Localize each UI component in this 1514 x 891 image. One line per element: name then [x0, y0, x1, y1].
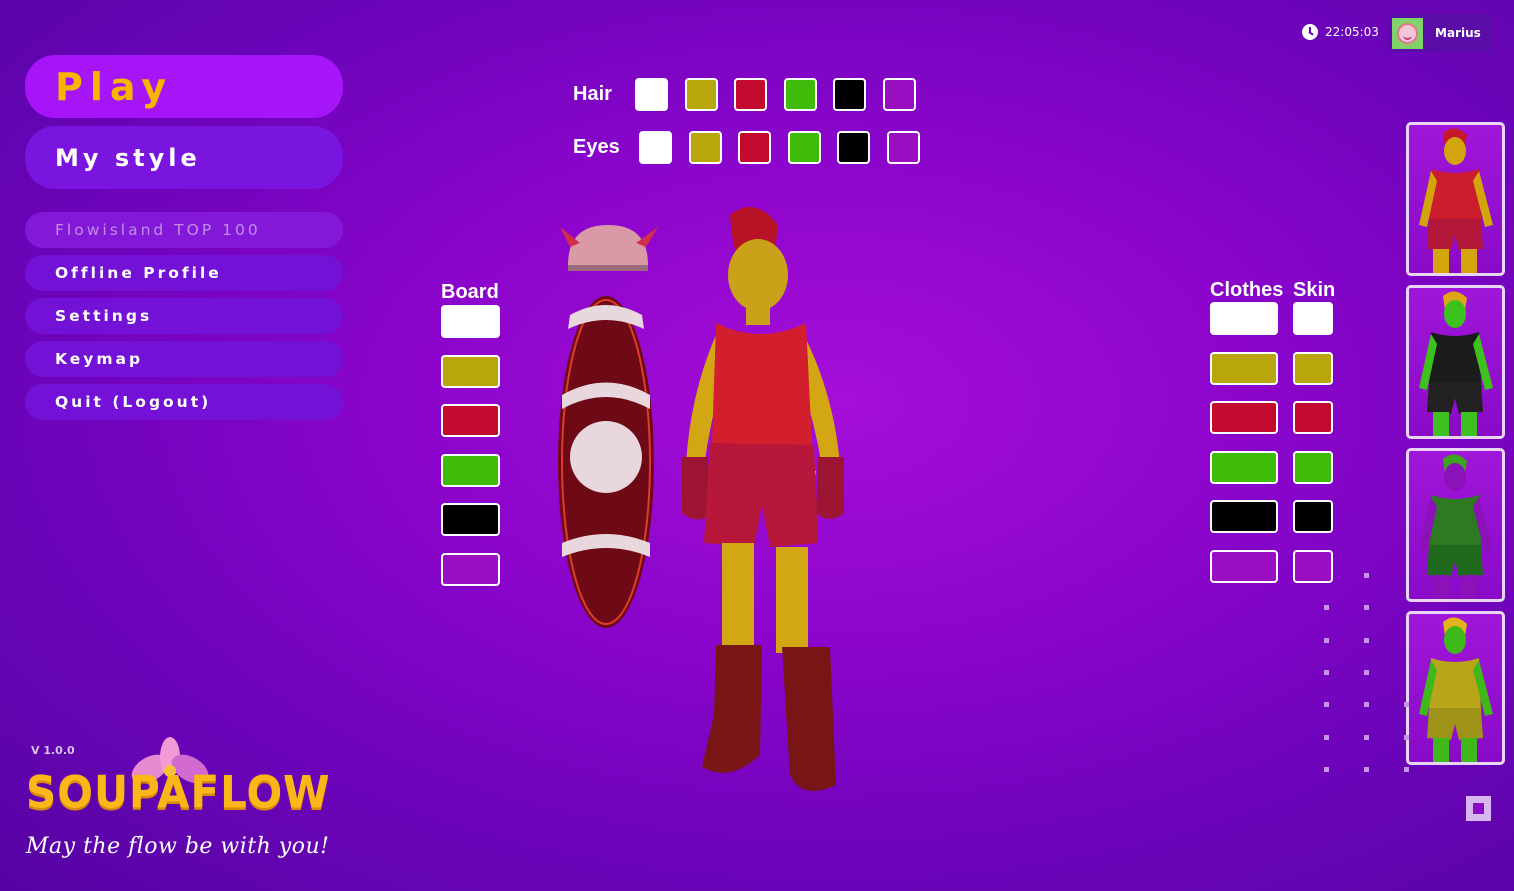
board-swatch-red[interactable] — [441, 404, 500, 438]
decor-dot — [1364, 766, 1369, 772]
decor-dot — [1364, 605, 1369, 611]
board-swatch-black[interactable] — [441, 503, 500, 537]
decor-dot — [1324, 605, 1329, 611]
board-swatch-purple[interactable] — [441, 553, 500, 586]
eyes-swatch-purple[interactable] — [887, 131, 920, 164]
decor-dot — [1364, 702, 1369, 708]
eyes-swatch-olive[interactable] — [688, 131, 722, 164]
decor-dot — [1364, 573, 1369, 578]
skin-swatch-green[interactable] — [1293, 450, 1333, 484]
offline-profile-button[interactable]: Offline Profile — [25, 255, 343, 291]
clock-icon — [1302, 24, 1318, 40]
eyes-swatch-red[interactable] — [738, 131, 772, 164]
clock-time: 22:05:03 — [1325, 25, 1379, 39]
surfboard-icon — [558, 296, 654, 628]
clothes-label: Clothes — [1210, 279, 1284, 301]
hair-swatch-purple[interactable] — [883, 78, 916, 111]
skin-swatch-white[interactable] — [1293, 302, 1333, 335]
keymap-button[interactable]: Keymap — [25, 341, 343, 377]
hair-swatch-red[interactable] — [734, 78, 768, 111]
skin-swatch-purple[interactable] — [1293, 550, 1333, 583]
clothes-swatch-olive[interactable] — [1210, 351, 1278, 385]
skin-thumbnail-red-outfit[interactable] — [1406, 122, 1505, 276]
eyes-label: Eyes — [573, 136, 620, 158]
decor-dot — [1324, 637, 1329, 643]
hair-label: Hair — [573, 83, 612, 105]
eyes-swatch-white[interactable] — [639, 131, 672, 164]
smiley-avatar-icon — [1397, 22, 1418, 44]
skin-thumbnail-yellow-outfit[interactable] — [1406, 611, 1505, 765]
helmet-icon — [560, 225, 658, 271]
skin-thumbnail-black-peace-outfit[interactable] — [1406, 285, 1505, 439]
skin-thumbnail-green-purple-outfit[interactable] — [1406, 448, 1505, 602]
character-model — [682, 207, 844, 792]
eyes-swatch-green[interactable] — [787, 131, 821, 164]
top100-button: Flowisland TOP 100 — [25, 212, 343, 248]
user-name: Marius — [1435, 26, 1481, 40]
logo-text: SOUPAFLOW — [26, 766, 331, 819]
skin-label: Skin — [1293, 279, 1336, 301]
decor-dot — [1324, 766, 1329, 772]
board-label: Board — [441, 281, 499, 303]
clothes-swatch-green[interactable] — [1210, 450, 1278, 484]
skin-swatch-black[interactable] — [1293, 500, 1333, 534]
clock: 22:05:03 — [1302, 24, 1379, 40]
clothes-swatch-red[interactable] — [1210, 401, 1278, 435]
stop-button[interactable] — [1466, 796, 1491, 821]
board-swatch-olive[interactable] — [441, 354, 500, 388]
decor-dot — [1324, 702, 1329, 708]
board-swatch-green[interactable] — [441, 453, 500, 487]
user-profile-button[interactable]: Marius — [1389, 14, 1491, 52]
hair-swatch-green[interactable] — [783, 78, 817, 111]
skin-swatch-red[interactable] — [1293, 401, 1333, 435]
decor-dot — [1364, 637, 1369, 643]
play-button[interactable]: Play — [25, 55, 343, 118]
stop-icon — [1473, 803, 1484, 814]
decor-dot — [1364, 734, 1369, 740]
decor-dot — [1404, 702, 1409, 708]
decor-dot — [1324, 669, 1329, 675]
decor-dot — [1404, 734, 1409, 740]
clothes-swatch-white[interactable] — [1210, 302, 1278, 335]
hair-swatch-olive[interactable] — [684, 78, 718, 111]
decor-dot — [1324, 734, 1329, 740]
decor-dot — [1364, 669, 1369, 675]
tagline: May the flow be with you! — [26, 834, 330, 859]
hair-swatch-white[interactable] — [635, 78, 668, 111]
decor-dot — [1404, 766, 1409, 772]
quit-logout-button[interactable]: Quit (Logout) — [25, 384, 343, 420]
character-preview[interactable] — [540, 195, 900, 805]
clothes-swatch-purple[interactable] — [1210, 550, 1278, 583]
version-label: V 1.0.0 — [31, 744, 75, 757]
hair-swatch-black[interactable] — [833, 78, 867, 111]
settings-button[interactable]: Settings — [25, 298, 343, 334]
avatar — [1392, 17, 1423, 49]
eyes-swatch-black[interactable] — [837, 131, 871, 164]
skin-swatch-olive[interactable] — [1293, 351, 1333, 385]
clothes-swatch-black[interactable] — [1210, 500, 1278, 534]
my-style-button[interactable]: My style — [25, 126, 343, 189]
board-swatch-white[interactable] — [441, 305, 500, 338]
